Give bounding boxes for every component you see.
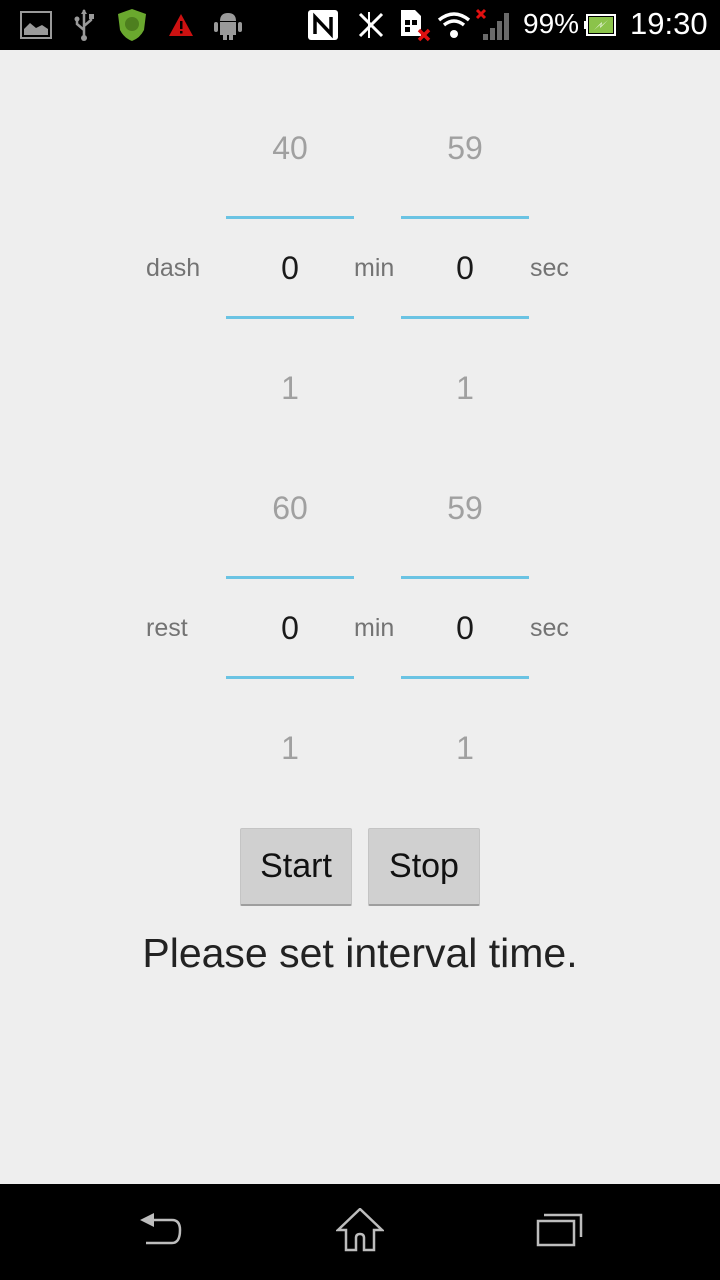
back-icon: [136, 1212, 184, 1253]
picker-divider: [226, 216, 354, 219]
dash-label: dash: [146, 254, 201, 282]
rest-seconds-next[interactable]: 1: [401, 730, 529, 767]
clock: 19:30: [630, 6, 708, 41]
picker-divider: [226, 676, 354, 679]
android-icon: [212, 0, 244, 50]
rest-seconds-prev[interactable]: 59: [401, 490, 529, 527]
recent-apps-icon: [536, 1213, 584, 1252]
picker-divider: [401, 576, 529, 579]
signal-no-service-icon: [474, 0, 514, 50]
rest-sec-unit: sec: [530, 614, 569, 642]
rest-label: rest: [146, 614, 188, 642]
rest-minutes-prev[interactable]: 60: [226, 490, 354, 527]
back-button[interactable]: [100, 1184, 220, 1280]
navigation-bar: [0, 1184, 720, 1280]
bluetooth-off-icon: [354, 0, 388, 50]
dash-seconds-next[interactable]: 1: [401, 370, 529, 407]
gallery-icon: [18, 0, 54, 50]
home-button[interactable]: [300, 1184, 420, 1280]
recent-apps-button[interactable]: [500, 1184, 620, 1280]
status-bar: 99% 19:30: [0, 0, 720, 50]
dash-seconds-picker[interactable]: 59 0 1: [401, 128, 529, 408]
warning-icon: [167, 0, 195, 50]
home-icon: [334, 1206, 386, 1257]
dash-minutes-prev[interactable]: 40: [226, 130, 354, 167]
rest-minutes-current[interactable]: 0: [226, 610, 354, 647]
battery-charging-icon: [583, 0, 617, 50]
usb-icon: [72, 0, 96, 50]
picker-divider: [401, 316, 529, 319]
wifi-icon: [436, 0, 472, 50]
battery-percent: 99%: [523, 8, 580, 39]
stop-button[interactable]: Stop: [368, 828, 480, 906]
nfc-icon: [306, 0, 340, 50]
picker-divider: [226, 316, 354, 319]
antivirus-shield-icon: [115, 0, 149, 50]
dash-minutes-picker[interactable]: 40 0 1: [226, 128, 354, 408]
rest-min-unit: min: [354, 614, 395, 642]
dash-minutes-current[interactable]: 0: [226, 250, 354, 287]
rest-minutes-picker[interactable]: 60 0 1: [226, 488, 354, 768]
picker-divider: [226, 576, 354, 579]
start-button[interactable]: Start: [240, 828, 352, 906]
rest-minutes-next[interactable]: 1: [226, 730, 354, 767]
sim-missing-icon: [398, 0, 432, 50]
picker-divider: [401, 676, 529, 679]
rest-seconds-picker[interactable]: 59 0 1: [401, 488, 529, 768]
dash-sec-unit: sec: [530, 254, 569, 282]
main-content: dash 40 0 1 min 59 0 1 sec rest 60 0 1 m…: [0, 50, 720, 1184]
dash-min-unit: min: [354, 254, 395, 282]
dash-seconds-prev[interactable]: 59: [401, 130, 529, 167]
rest-seconds-current[interactable]: 0: [401, 610, 529, 647]
dash-minutes-next[interactable]: 1: [226, 370, 354, 407]
status-message: Please set interval time.: [142, 930, 578, 976]
dash-seconds-current[interactable]: 0: [401, 250, 529, 287]
picker-divider: [401, 216, 529, 219]
